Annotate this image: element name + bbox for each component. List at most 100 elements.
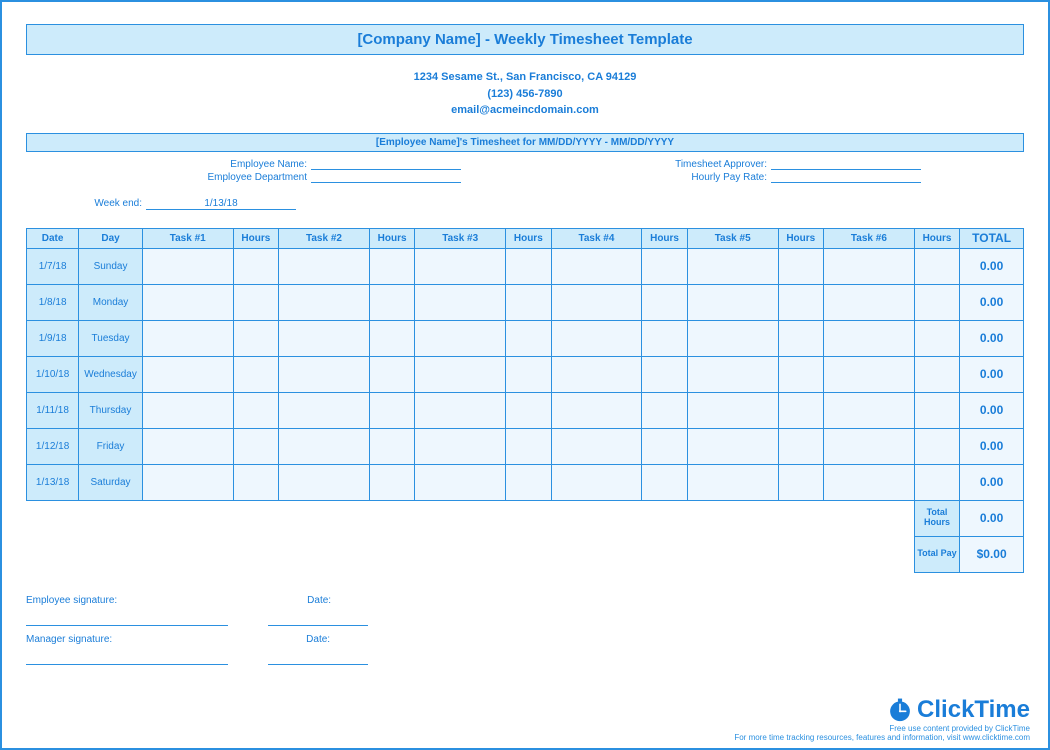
cell-task[interactable]: [823, 248, 914, 284]
cell-task[interactable]: [551, 428, 642, 464]
cell-task[interactable]: [415, 356, 506, 392]
cell-total: 0.00: [960, 392, 1024, 428]
cell-hours[interactable]: [233, 284, 278, 320]
cell-task[interactable]: [551, 464, 642, 500]
cell-task[interactable]: [415, 392, 506, 428]
cell-task[interactable]: [687, 248, 778, 284]
cell-hours[interactable]: [233, 464, 278, 500]
cell-hours[interactable]: [642, 284, 687, 320]
cell-date: 1/10/18: [27, 356, 79, 392]
cell-task[interactable]: [142, 464, 233, 500]
cell-hours[interactable]: [778, 248, 823, 284]
cell-hours[interactable]: [778, 464, 823, 500]
cell-task[interactable]: [279, 248, 370, 284]
cell-task[interactable]: [279, 392, 370, 428]
cell-hours[interactable]: [642, 356, 687, 392]
cell-task[interactable]: [279, 320, 370, 356]
approver-field[interactable]: [771, 159, 921, 170]
cell-task[interactable]: [687, 356, 778, 392]
cell-task[interactable]: [551, 356, 642, 392]
cell-hours[interactable]: [914, 464, 959, 500]
cell-task[interactable]: [142, 248, 233, 284]
cell-task[interactable]: [415, 464, 506, 500]
company-address: 1234 Sesame St., San Francisco, CA 94129: [26, 69, 1024, 86]
cell-task[interactable]: [551, 392, 642, 428]
cell-task[interactable]: [687, 428, 778, 464]
cell-hours[interactable]: [914, 356, 959, 392]
cell-hours[interactable]: [369, 284, 414, 320]
manager-signature-field[interactable]: [26, 649, 228, 665]
cell-task[interactable]: [142, 392, 233, 428]
col-task6: Task #6: [823, 228, 914, 248]
cell-hours[interactable]: [778, 320, 823, 356]
cell-hours[interactable]: [233, 248, 278, 284]
cell-task[interactable]: [687, 464, 778, 500]
cell-task[interactable]: [279, 428, 370, 464]
cell-hours[interactable]: [642, 428, 687, 464]
cell-task[interactable]: [415, 248, 506, 284]
cell-task[interactable]: [415, 284, 506, 320]
cell-task[interactable]: [415, 320, 506, 356]
cell-hours[interactable]: [369, 464, 414, 500]
cell-task[interactable]: [142, 356, 233, 392]
cell-hours[interactable]: [778, 392, 823, 428]
cell-task[interactable]: [551, 284, 642, 320]
cell-hours[interactable]: [506, 284, 551, 320]
cell-hours[interactable]: [369, 248, 414, 284]
cell-hours[interactable]: [506, 320, 551, 356]
employee-signature-date-field[interactable]: [268, 610, 368, 626]
cell-task[interactable]: [142, 428, 233, 464]
cell-day: Wednesday: [79, 356, 143, 392]
cell-hours[interactable]: [506, 428, 551, 464]
cell-hours[interactable]: [506, 464, 551, 500]
cell-task[interactable]: [279, 284, 370, 320]
cell-task[interactable]: [142, 320, 233, 356]
cell-task[interactable]: [279, 464, 370, 500]
cell-task[interactable]: [823, 428, 914, 464]
cell-task[interactable]: [823, 284, 914, 320]
cell-hours[interactable]: [642, 320, 687, 356]
cell-task[interactable]: [687, 392, 778, 428]
cell-hours[interactable]: [778, 356, 823, 392]
cell-task[interactable]: [823, 320, 914, 356]
cell-task[interactable]: [823, 356, 914, 392]
cell-hours[interactable]: [778, 284, 823, 320]
cell-hours[interactable]: [233, 320, 278, 356]
cell-hours[interactable]: [369, 428, 414, 464]
cell-task[interactable]: [279, 356, 370, 392]
cell-hours[interactable]: [369, 392, 414, 428]
cell-hours[interactable]: [506, 392, 551, 428]
cell-hours[interactable]: [642, 392, 687, 428]
cell-hours[interactable]: [914, 320, 959, 356]
cell-hours[interactable]: [233, 356, 278, 392]
cell-task[interactable]: [687, 320, 778, 356]
employee-signature-field[interactable]: [26, 610, 228, 626]
cell-hours[interactable]: [369, 320, 414, 356]
hourly-rate-field[interactable]: [771, 172, 921, 183]
cell-task[interactable]: [823, 392, 914, 428]
cell-task[interactable]: [823, 464, 914, 500]
company-phone: (123) 456-7890: [26, 86, 1024, 103]
cell-task[interactable]: [551, 248, 642, 284]
cell-hours[interactable]: [506, 356, 551, 392]
cell-hours[interactable]: [778, 428, 823, 464]
cell-hours[interactable]: [642, 464, 687, 500]
cell-task[interactable]: [415, 428, 506, 464]
cell-hours[interactable]: [914, 284, 959, 320]
cell-hours[interactable]: [914, 248, 959, 284]
cell-hours[interactable]: [642, 248, 687, 284]
cell-hours[interactable]: [914, 428, 959, 464]
cell-hours[interactable]: [233, 392, 278, 428]
cell-task[interactable]: [142, 284, 233, 320]
employee-dept-field[interactable]: [311, 172, 461, 183]
manager-signature-date-field[interactable]: [268, 649, 368, 665]
cell-hours[interactable]: [369, 356, 414, 392]
employee-name-field[interactable]: [311, 159, 461, 170]
cell-hours[interactable]: [506, 248, 551, 284]
cell-task[interactable]: [687, 284, 778, 320]
cell-hours[interactable]: [914, 392, 959, 428]
week-end-field[interactable]: 1/13/18: [146, 198, 296, 210]
col-hours6: Hours: [914, 228, 959, 248]
cell-hours[interactable]: [233, 428, 278, 464]
cell-task[interactable]: [551, 320, 642, 356]
